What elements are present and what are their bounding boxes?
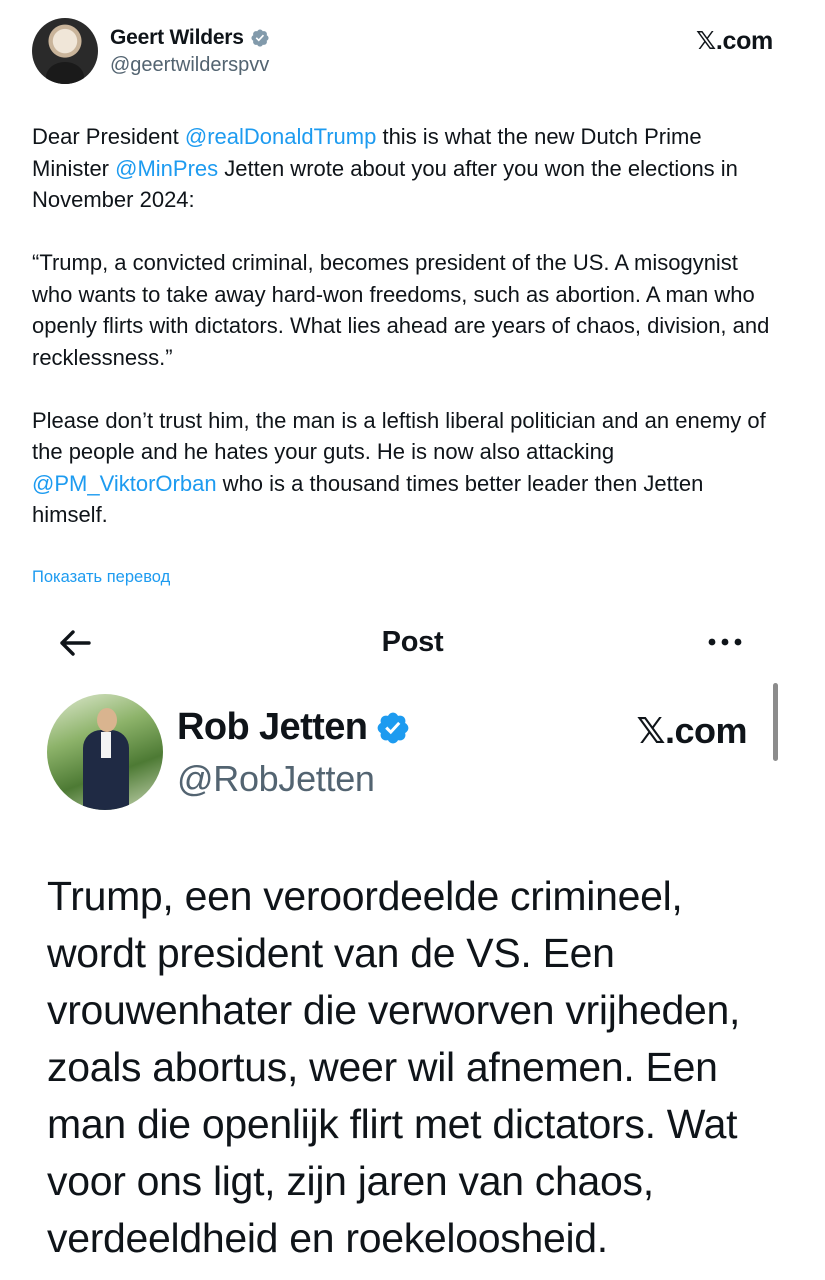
text-segment: Please don’t trust him, the man is a lef… [32,407,766,465]
page-title: Post [381,626,444,658]
author-avatar[interactable] [32,18,98,84]
show-translation-link[interactable]: Показать перевод [32,568,170,587]
x-logo-label[interactable]: 𝕏.com [636,710,747,752]
author-avatar[interactable] [47,694,163,810]
author-handle[interactable]: @geertwilderspvv [110,54,269,77]
author-name[interactable]: Geert Wilders [110,26,244,50]
text-segment: Dear President [32,124,185,149]
mention-link[interactable]: @PM_ViktorOrban [32,471,217,496]
tweet-text: Dear President @realDonaldTrump this is … [32,121,782,562]
scrollbar[interactable] [773,683,778,761]
embedded-screenshot: Post Rob Jetten @RobJetten 𝕏.com Trump, … [0,610,825,1280]
mention-link[interactable]: @realDonaldTrump [185,124,376,149]
author-handle[interactable]: @RobJetten [177,758,375,800]
post-text: Trump, een veroordeelde crimineel, wordt… [47,873,741,1261]
author-name-row[interactable]: Rob Jetten [177,706,411,749]
more-options-icon[interactable] [707,632,743,652]
quoting-tweet: Geert Wilders @geertwilderspvv 𝕏.com Dea… [0,0,825,610]
tweet-paragraph-3: Please don’t trust him, the man is a lef… [32,405,782,531]
x-logo-label[interactable]: 𝕏.com [696,26,773,56]
verified-badge-icon [251,29,269,47]
tweet-paragraph-2: “Trump, a convicted criminal, becomes pr… [32,250,770,370]
verified-badge-icon [377,712,409,743]
tweet-paragraph-1: Dear President @realDonaldTrump this is … [32,121,782,216]
mention-link[interactable]: @MinPres [115,156,218,181]
author-name[interactable]: Rob Jetten [177,706,368,749]
author-name-row[interactable]: Geert Wilders [110,26,270,50]
avatar-head [97,708,117,732]
avatar-shirt [101,732,111,758]
